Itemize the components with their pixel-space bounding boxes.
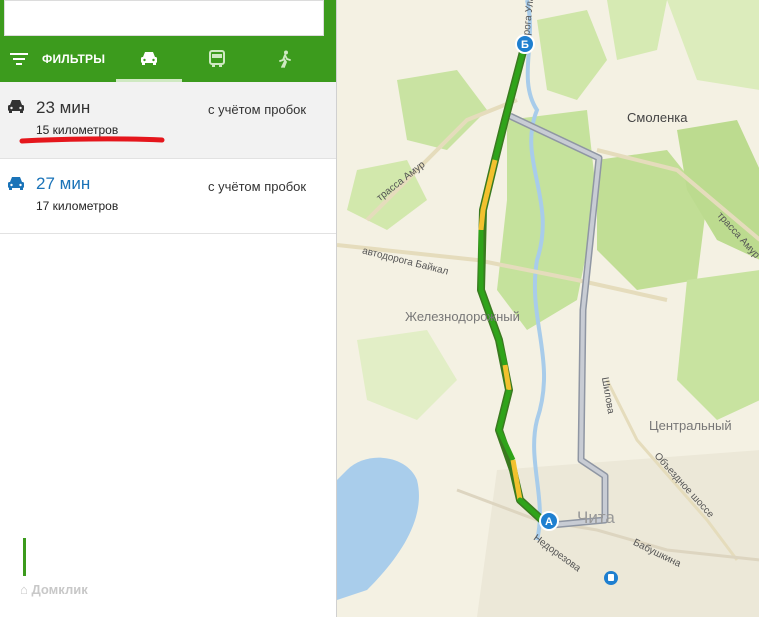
place-label-chita: Чита (577, 508, 615, 527)
route-option-2[interactable]: 27 мин с учётом пробок 17 километров (0, 159, 336, 235)
place-label-centralny: Центральный (649, 418, 732, 433)
map-canvas: Б А (337, 0, 759, 617)
red-underline-annotation (19, 136, 165, 144)
forest-area (677, 270, 759, 420)
route-divider (0, 233, 336, 234)
forest-area (357, 330, 457, 420)
end-marker-label: Б (521, 39, 529, 51)
start-marker-label: А (545, 516, 553, 528)
route-header: ФИЛЬТРЫ (0, 0, 336, 82)
route-traffic-note: с учётом пробок (208, 179, 307, 194)
route-panel: ФИЛЬТРЫ 23 мин с учётом пробок 15 киломе… (0, 0, 336, 617)
main-route-segment (496, 389, 516, 462)
tab-bus[interactable] (184, 36, 250, 82)
forest-area (397, 70, 487, 150)
route-time: 23 мин (36, 98, 91, 117)
filter-icon (10, 53, 28, 65)
route-distance: 17 километров (36, 199, 119, 213)
car-icon (8, 177, 24, 190)
route-option-1[interactable]: 23 мин с учётом пробок 15 километров (0, 82, 336, 158)
place-label-smolenka: Смоленка (627, 110, 688, 125)
map-view[interactable]: Б А Смоленка Железнодорожный Центральный… (336, 0, 759, 617)
forest-area (537, 10, 607, 100)
walking-icon (279, 50, 291, 68)
filters-button[interactable]: ФИЛЬТРЫ (0, 36, 105, 82)
forest-area (667, 0, 759, 90)
car-icon (8, 100, 24, 113)
scroll-indicator (23, 538, 26, 576)
filters-label: ФИЛЬТРЫ (42, 52, 106, 66)
forest-area (607, 0, 667, 60)
transport-tabs: ФИЛЬТРЫ (0, 36, 336, 82)
tram-stop-glyph (608, 574, 614, 581)
tab-car[interactable] (116, 36, 182, 82)
car-icon (141, 51, 157, 65)
route-search-box[interactable] (4, 0, 324, 36)
tab-walk[interactable] (252, 36, 318, 82)
watermark-text: Домклик (31, 582, 88, 597)
watermark-logo-icon: ⌂ (20, 582, 28, 597)
route-traffic-note: с учётом пробок (208, 102, 307, 117)
place-label-zheleznodorozhny: Железнодорожный (405, 309, 520, 324)
watermark: ⌂ Домклик (20, 582, 88, 597)
lake (337, 457, 419, 600)
bus-icon (209, 50, 225, 67)
route-time: 27 мин (36, 174, 91, 193)
